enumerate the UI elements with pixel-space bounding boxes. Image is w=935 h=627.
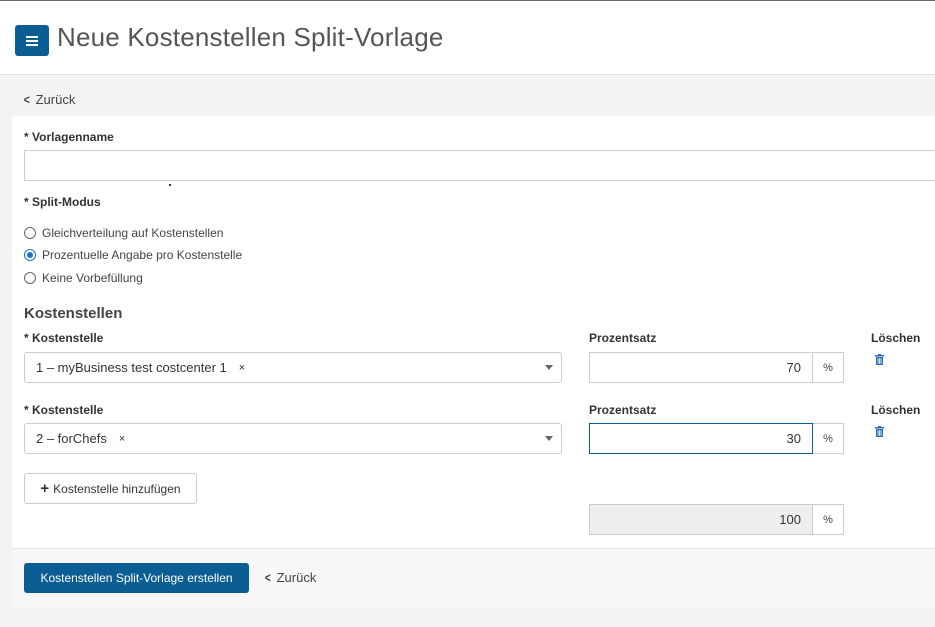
percent-label: Prozentsatz [589, 331, 657, 345]
percent-group-2: 30 % [589, 423, 844, 454]
percent-label: Prozentsatz [589, 403, 657, 417]
cost-center-label: * Kostenstelle [24, 331, 104, 345]
template-name-label: * Vorlagenname [24, 130, 114, 144]
cost-center-select-2[interactable]: 2 – forChefs × [24, 423, 562, 454]
radio-none[interactable] [24, 272, 36, 284]
hamburger-icon [26, 35, 38, 46]
chevron-left-icon: < [264, 570, 271, 585]
split-mode-label: * Split-Modus [24, 195, 101, 209]
split-mode-option-percent[interactable]: Prozentuelle Angabe pro Kostenstelle [24, 248, 242, 262]
add-cost-center-button[interactable]: + Kostenstelle hinzufügen [24, 473, 197, 504]
percent-unit: % [813, 504, 844, 535]
add-cost-center-label: Kostenstelle hinzufügen [53, 481, 181, 496]
cursor-artifact [169, 184, 171, 186]
chevron-left-icon: < [23, 92, 30, 107]
cost-center-value: 2 – forChefs [36, 431, 107, 446]
cost-center-label: * Kostenstelle [24, 403, 104, 417]
percent-unit: % [813, 352, 844, 383]
percent-input-2[interactable]: 30 [589, 423, 813, 454]
back-link-label: Zurück [276, 570, 317, 585]
percent-total-group: 100 % [589, 504, 844, 535]
trash-icon[interactable] [875, 426, 884, 437]
delete-label: Löschen [871, 331, 921, 345]
trash-icon[interactable] [875, 354, 884, 365]
cost-center-select-1[interactable]: 1 – myBusiness test costcenter 1 × [24, 352, 562, 383]
percent-input-1[interactable]: 70 [589, 352, 813, 383]
radio-label: Prozentuelle Angabe pro Kostenstelle [42, 248, 243, 262]
page-title: Neue Kostenstellen Split-Vorlage [57, 22, 444, 52]
remove-selection-icon[interactable]: × [119, 433, 125, 445]
menu-toggle-button[interactable] [15, 25, 49, 56]
back-link-top[interactable]: < Zurück [23, 92, 76, 107]
dropdown-caret-icon[interactable] [545, 436, 553, 441]
back-link-bottom[interactable]: < Zurück [264, 570, 317, 585]
radio-label: Keine Vorbefüllung [42, 271, 143, 285]
percent-group-1: 70 % [589, 352, 844, 383]
split-mode-option-equal[interactable]: Gleichverteilung auf Kostenstellen [24, 226, 223, 240]
plus-icon: + [40, 480, 50, 497]
percent-unit: % [813, 423, 844, 454]
cost-center-value: 1 – myBusiness test costcenter 1 [36, 360, 227, 375]
split-mode-option-none[interactable]: Keine Vorbefüllung [24, 271, 143, 285]
template-name-input[interactable] [24, 150, 935, 181]
radio-percent[interactable] [24, 249, 36, 261]
percent-total: 100 [589, 504, 813, 535]
delete-label: Löschen [871, 403, 921, 417]
page-header: Neue Kostenstellen Split-Vorlage [0, 1, 935, 75]
back-link-label: Zurück [35, 92, 76, 107]
remove-selection-icon[interactable]: × [239, 362, 245, 374]
cost-centers-title: Kostenstellen [24, 305, 123, 322]
radio-equal[interactable] [24, 227, 36, 239]
radio-label: Gleichverteilung auf Kostenstellen [42, 226, 224, 240]
dropdown-caret-icon[interactable] [545, 365, 553, 370]
create-template-button[interactable]: Kostenstellen Split-Vorlage erstellen [24, 563, 249, 593]
